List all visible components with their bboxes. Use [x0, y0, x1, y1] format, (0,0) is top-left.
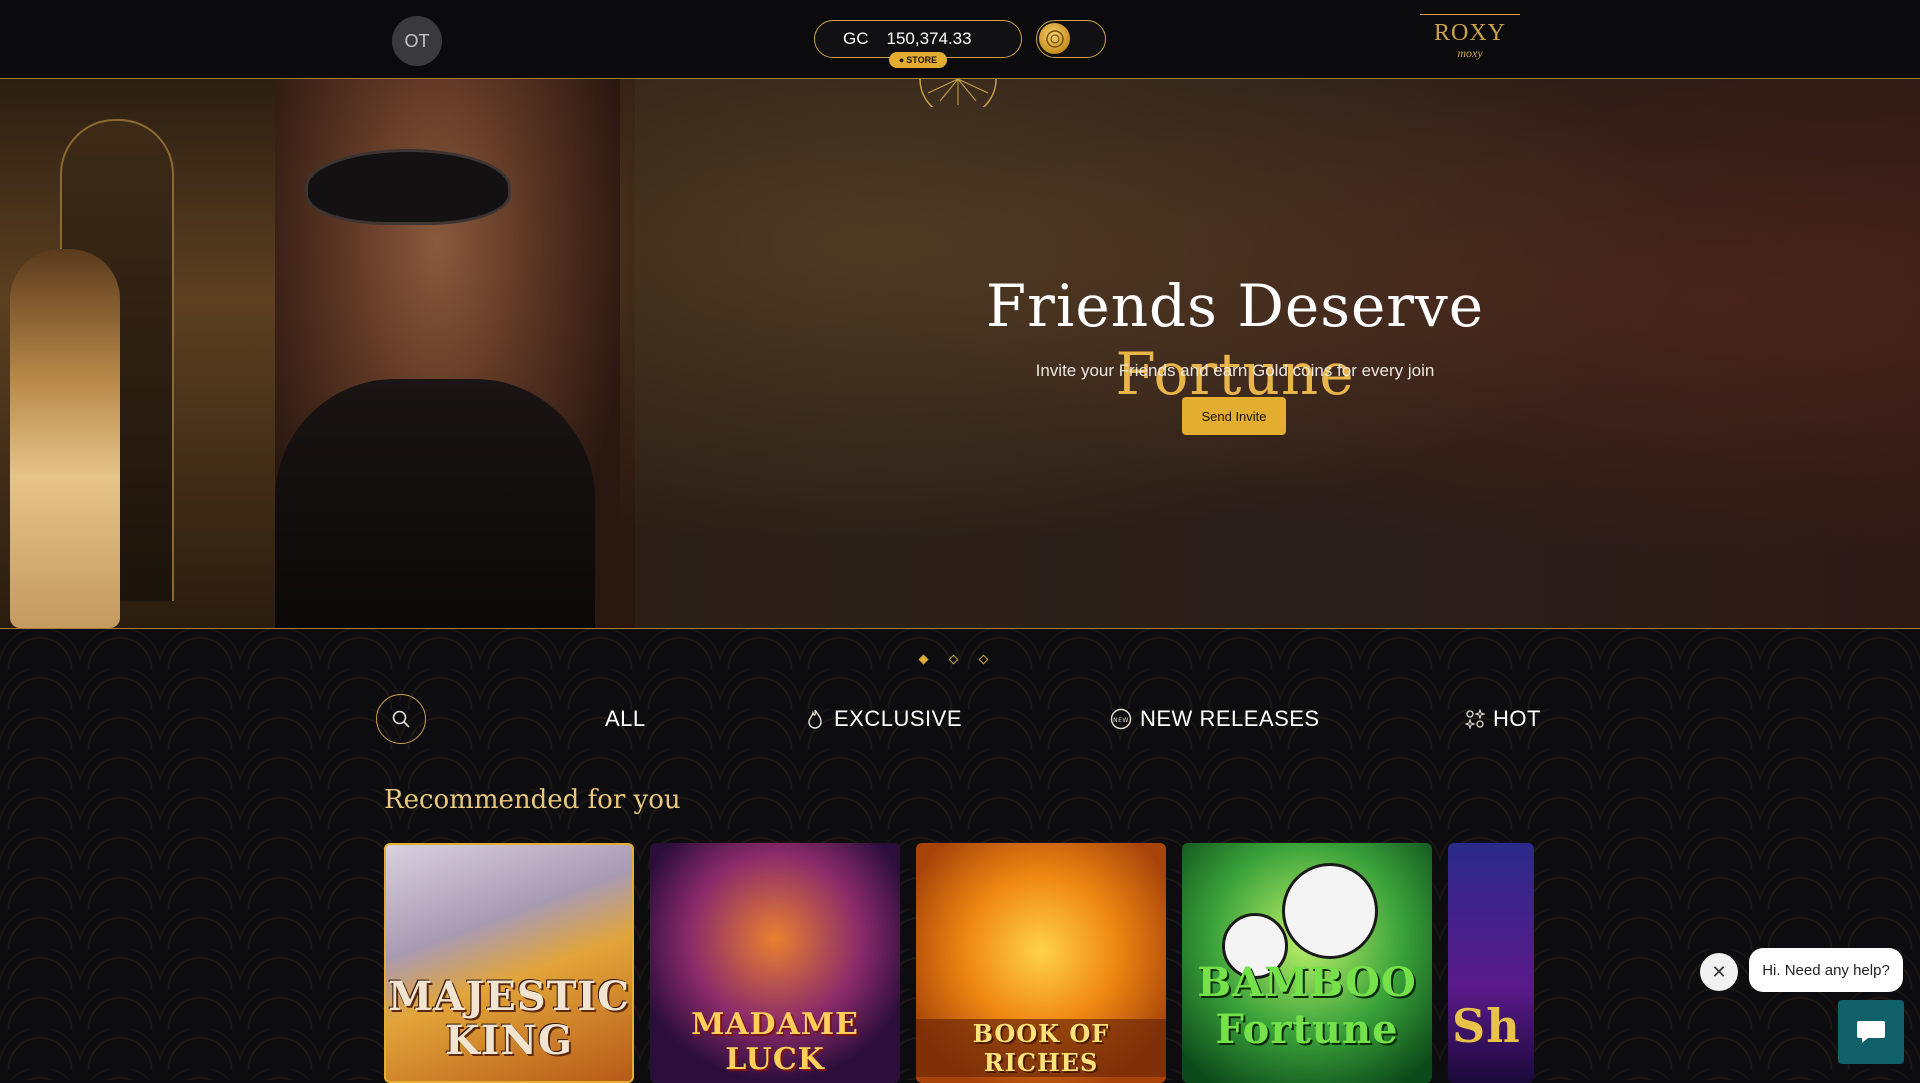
- game-title: BAMBOO Fortune: [1197, 959, 1417, 1053]
- game-card-bamboo-fortune[interactable]: BAMBOO Fortune: [1182, 843, 1432, 1083]
- recommended-carousel: MAJESTIC KING MADAME LUCK BOOK OF RICHES…: [384, 843, 1534, 1083]
- fan-ornament-icon: [919, 79, 997, 107]
- search-icon: [392, 710, 410, 728]
- hero-title: Friends Deserve Fortune: [860, 272, 1610, 408]
- coin-icon: ●: [898, 55, 905, 65]
- game-title: MAJESTIC KING: [388, 973, 630, 1064]
- tab-hot-label: HOT: [1493, 706, 1541, 731]
- hero-banner: Friends Deserve Fortune Invite your Frie…: [0, 79, 1920, 629]
- logo-text-sub: moxy: [1457, 46, 1483, 60]
- chat-close-button[interactable]: ✕: [1700, 953, 1738, 991]
- close-icon: ✕: [1711, 961, 1727, 982]
- game-title: Sh: [1452, 999, 1521, 1053]
- user-avatar[interactable]: OT: [392, 16, 442, 66]
- masquerade-mask: [305, 149, 511, 225]
- game-title: BOOK OF RICHES: [916, 1019, 1166, 1077]
- flame-icon: [808, 709, 822, 729]
- panda-artwork: [1282, 863, 1378, 959]
- woman-silhouette: [10, 249, 120, 628]
- avatar-initials: OT: [404, 30, 430, 51]
- top-bar: OT GC 150,374.33 ● STORE ROXY moxy: [0, 0, 1920, 79]
- lace-dress: [275, 379, 595, 628]
- logo-text-main: ROXY: [1433, 20, 1506, 46]
- tab-new-releases-label: NEW RELEASES: [1140, 706, 1320, 731]
- carousel-dot-1[interactable]: [918, 654, 929, 665]
- search-button[interactable]: [376, 694, 426, 744]
- site-logo[interactable]: ROXY moxy: [1418, 14, 1522, 62]
- tab-all[interactable]: ALL: [605, 704, 646, 734]
- chat-greeting-bubble[interactable]: Hi. Need any help?: [1749, 948, 1903, 992]
- grid-sparkle-icon: [1465, 709, 1485, 729]
- game-card-madame-luck[interactable]: MADAME LUCK: [650, 843, 900, 1083]
- store-label: STORE: [906, 55, 938, 65]
- recommended-title: Recommended for you: [384, 785, 681, 815]
- carousel-dot-2[interactable]: [948, 654, 959, 665]
- chat-launcher-button[interactable]: [1838, 1000, 1904, 1064]
- hero-title-main: Friends Deserve: [985, 272, 1485, 340]
- send-invite-button[interactable]: Send Invite: [1182, 397, 1286, 435]
- carousel-dots: [918, 654, 989, 665]
- tab-new-releases[interactable]: NEW NEW RELEASES: [1110, 704, 1320, 734]
- game-title: MADAME LUCK: [691, 1007, 859, 1077]
- tab-hot[interactable]: HOT: [1465, 704, 1541, 734]
- store-button[interactable]: ● STORE: [889, 52, 947, 68]
- gold-coin-icon: [1039, 23, 1070, 54]
- new-badge-icon: NEW: [1110, 708, 1132, 730]
- currency-label: GC: [843, 29, 869, 48]
- svg-text:NEW: NEW: [1113, 717, 1129, 724]
- currency-toggle[interactable]: [1036, 20, 1106, 58]
- game-card-majestic-king[interactable]: MAJESTIC KING: [384, 843, 634, 1083]
- tab-all-label: ALL: [605, 706, 646, 731]
- hero-subtitle: Invite your Friends and earn Gold coins …: [1035, 361, 1435, 380]
- hero-door-artwork: [0, 79, 275, 628]
- tab-exclusive[interactable]: EXCLUSIVE: [804, 704, 962, 734]
- balance-amount: 150,374.33: [886, 29, 972, 48]
- tab-exclusive-label: EXCLUSIVE: [834, 706, 962, 731]
- game-card-book-of-riches[interactable]: BOOK OF RICHES: [916, 843, 1166, 1083]
- game-card-partial[interactable]: Sh: [1448, 843, 1534, 1083]
- masked-woman-artwork: [275, 79, 635, 628]
- chat-icon: [1857, 1021, 1885, 1043]
- carousel-dot-3[interactable]: [978, 654, 989, 665]
- games-section: ALL EXCLUSIVE NEW NEW RELEASES HOT Recom…: [0, 629, 1920, 1083]
